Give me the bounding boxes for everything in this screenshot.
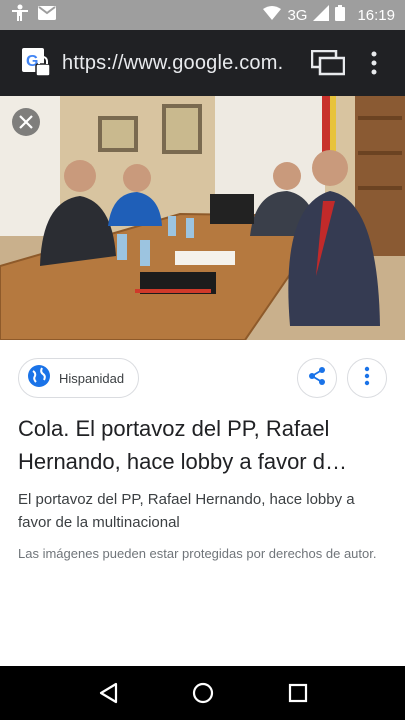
- url-field[interactable]: https://www.google.com.: [62, 52, 294, 75]
- source-name: Hispanidad: [59, 370, 125, 386]
- globe-icon: [27, 364, 51, 393]
- status-bar: 3G 16:19: [0, 0, 405, 30]
- close-image-button[interactable]: [12, 108, 40, 136]
- copyright-note: Las imágenes pueden estar protegidas por…: [18, 546, 377, 561]
- share-button[interactable]: [297, 358, 337, 398]
- source-chip[interactable]: Hispanidad: [18, 358, 140, 398]
- more-options-button[interactable]: [347, 358, 387, 398]
- recents-icon[interactable]: [276, 671, 320, 715]
- tab-switcher-icon[interactable]: [308, 43, 348, 83]
- browser-toolbar: G https://www.google.com.: [0, 30, 405, 96]
- result-subtitle: El portavoz del PP, Rafael Hernando, hac…: [18, 491, 355, 531]
- result-title[interactable]: Cola. El portavoz del PP, Rafael Hernand…: [18, 412, 390, 478]
- wifi-icon: [263, 6, 282, 24]
- accessibility-icon: [10, 4, 30, 27]
- signal-icon: [313, 5, 330, 25]
- google-favicon-icon[interactable]: G: [22, 48, 52, 78]
- share-icon: [307, 366, 327, 391]
- back-icon[interactable]: [86, 671, 130, 715]
- more-vert-icon[interactable]: [364, 43, 384, 83]
- system-nav-bar: [0, 666, 405, 720]
- more-vert-icon: [364, 366, 370, 391]
- home-icon[interactable]: [181, 671, 225, 715]
- result-image[interactable]: [0, 96, 405, 340]
- clock: 16:19: [357, 6, 395, 24]
- gmail-icon: [38, 5, 56, 25]
- battery-icon: [335, 5, 346, 25]
- network-type: 3G: [287, 6, 308, 24]
